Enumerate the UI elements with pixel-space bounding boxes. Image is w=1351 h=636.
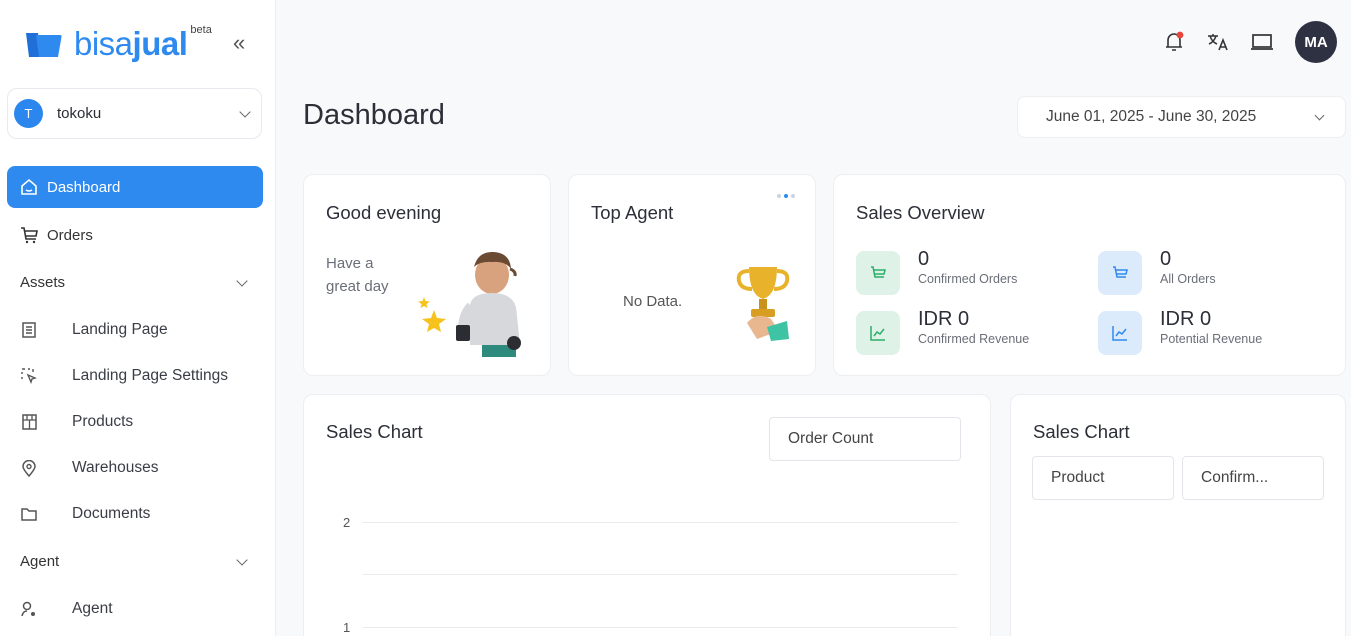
- stat-value: IDR 0: [1160, 308, 1212, 330]
- greeting-card: Good evening Have a great day: [303, 174, 551, 376]
- user-key-icon: [20, 600, 38, 618]
- sidebar-item-dashboard[interactable]: Dashboard: [7, 166, 263, 208]
- laptop-icon[interactable]: [1251, 31, 1273, 53]
- trophy-illustration: [727, 259, 797, 349]
- grid-line: [363, 574, 958, 575]
- stat-value: 0: [1160, 248, 1172, 270]
- stat-confirmed-revenue: IDR 0 Confirmed Revenue: [856, 308, 1030, 355]
- sidebar-section-agent[interactable]: Agent: [20, 553, 248, 570]
- sidebar-section-assets[interactable]: Assets: [20, 274, 248, 291]
- store-name: tokoku: [57, 105, 102, 122]
- date-range-value: June 01, 2025 - June 30, 2025: [1046, 108, 1257, 125]
- stat-value: 0: [918, 248, 930, 270]
- stat-potential-revenue: IDR 0 Potential Revenue: [1098, 308, 1263, 355]
- trend-chart-icon: [1098, 311, 1142, 355]
- chevron-down-icon: [236, 274, 248, 287]
- cart-icon: [19, 225, 39, 245]
- sidebar-item-documents[interactable]: Documents: [20, 497, 260, 531]
- section-label: Agent: [20, 553, 60, 570]
- top-agent-empty-state: No Data.: [623, 293, 683, 310]
- metric-select[interactable]: Order Count: [769, 417, 961, 461]
- beta-badge: beta: [190, 24, 212, 36]
- sidebar-item-label: Landing Page Settings: [72, 367, 228, 384]
- sidebar-item-landing-page[interactable]: Landing Page: [20, 313, 260, 347]
- status-select[interactable]: Confirm...: [1182, 456, 1324, 500]
- trend-chart-icon: [856, 311, 900, 355]
- sales-chart-side-card: Sales Chart Product Confirm...: [1010, 394, 1346, 636]
- stat-label: Confirmed Orders: [918, 272, 1018, 286]
- home-icon: [19, 177, 39, 197]
- top-agent-card: Top Agent No Data.: [568, 174, 816, 376]
- store-avatar: T: [14, 99, 43, 128]
- sidebar-item-orders[interactable]: Orders: [7, 214, 263, 256]
- notification-bell-icon[interactable]: [1163, 31, 1185, 53]
- stat-label: All Orders: [1160, 272, 1216, 286]
- date-range-picker[interactable]: June 01, 2025 - June 30, 2025: [1017, 96, 1346, 138]
- sidebar-item-label: Agent: [72, 600, 113, 617]
- sales-chart-title: Sales Chart: [326, 421, 423, 442]
- section-label: Assets: [20, 274, 66, 291]
- man-with-phone-illustration: [412, 245, 532, 365]
- sidebar-item-label: Landing Page: [72, 321, 168, 338]
- sidebar-item-label: Products: [72, 413, 134, 430]
- sidebar: bisajual beta « T tokoku Dashboard Order…: [0, 0, 276, 636]
- sidebar-item-label: Orders: [47, 226, 93, 244]
- page-title: Dashboard: [303, 99, 445, 131]
- carousel-dots[interactable]: [777, 194, 795, 198]
- sales-chart-side-title: Sales Chart: [1033, 421, 1130, 442]
- location-pin-icon: [20, 459, 38, 477]
- stat-value: IDR 0: [918, 308, 970, 330]
- stat-label: Confirmed Revenue: [918, 332, 1030, 346]
- sidebar-item-agent[interactable]: Agent: [20, 592, 260, 626]
- stat-label: Potential Revenue: [1160, 332, 1263, 346]
- greeting-title: Good evening: [326, 202, 442, 223]
- stat-confirmed-orders: 0 Confirmed Orders: [856, 248, 1018, 295]
- sidebar-item-landing-page-settings[interactable]: Landing Page Settings: [20, 359, 260, 393]
- cart-icon: [1098, 251, 1142, 295]
- box-icon: [20, 413, 38, 431]
- store-selector[interactable]: T tokoku: [7, 88, 262, 139]
- sidebar-item-label: Dashboard: [47, 178, 121, 196]
- top-agent-title: Top Agent: [591, 202, 674, 223]
- sidebar-item-label: Warehouses: [72, 459, 159, 476]
- document-list-icon: [20, 321, 38, 339]
- y-axis-tick: 1: [343, 620, 351, 635]
- grid-line: [363, 522, 958, 523]
- grid-line: [363, 627, 958, 628]
- brand-logo[interactable]: bisajual beta: [24, 24, 212, 64]
- sidebar-item-label: Documents: [72, 505, 151, 522]
- double-chevron-left-icon[interactable]: «: [233, 30, 245, 56]
- stat-all-orders: 0 All Orders: [1098, 248, 1216, 295]
- folder-icon: [20, 505, 38, 523]
- cart-icon: [856, 251, 900, 295]
- translate-icon[interactable]: [1207, 31, 1229, 53]
- sidebar-item-warehouses[interactable]: Warehouses: [20, 451, 260, 485]
- y-axis-tick: 2: [343, 515, 351, 530]
- shopping-bag-logo-icon: [24, 29, 64, 59]
- sidebar-item-products[interactable]: Products: [20, 405, 260, 439]
- sales-overview-card: Sales Overview 0 Confirmed Orders 0 All …: [833, 174, 1346, 376]
- brand-name: bisajual: [74, 25, 188, 62]
- user-avatar[interactable]: MA: [1295, 21, 1337, 63]
- sales-chart-card: Sales Chart Order Count: [303, 394, 991, 636]
- group-by-select[interactable]: Product: [1032, 456, 1174, 500]
- chevron-down-icon: [1314, 110, 1325, 120]
- chevron-down-icon: [236, 553, 248, 566]
- greeting-subtitle: Have a great day: [326, 255, 389, 295]
- sales-overview-title: Sales Overview: [856, 202, 985, 223]
- cursor-select-icon: [20, 367, 38, 385]
- chevron-down-icon: [239, 105, 251, 118]
- header-actions: MA: [1163, 21, 1337, 63]
